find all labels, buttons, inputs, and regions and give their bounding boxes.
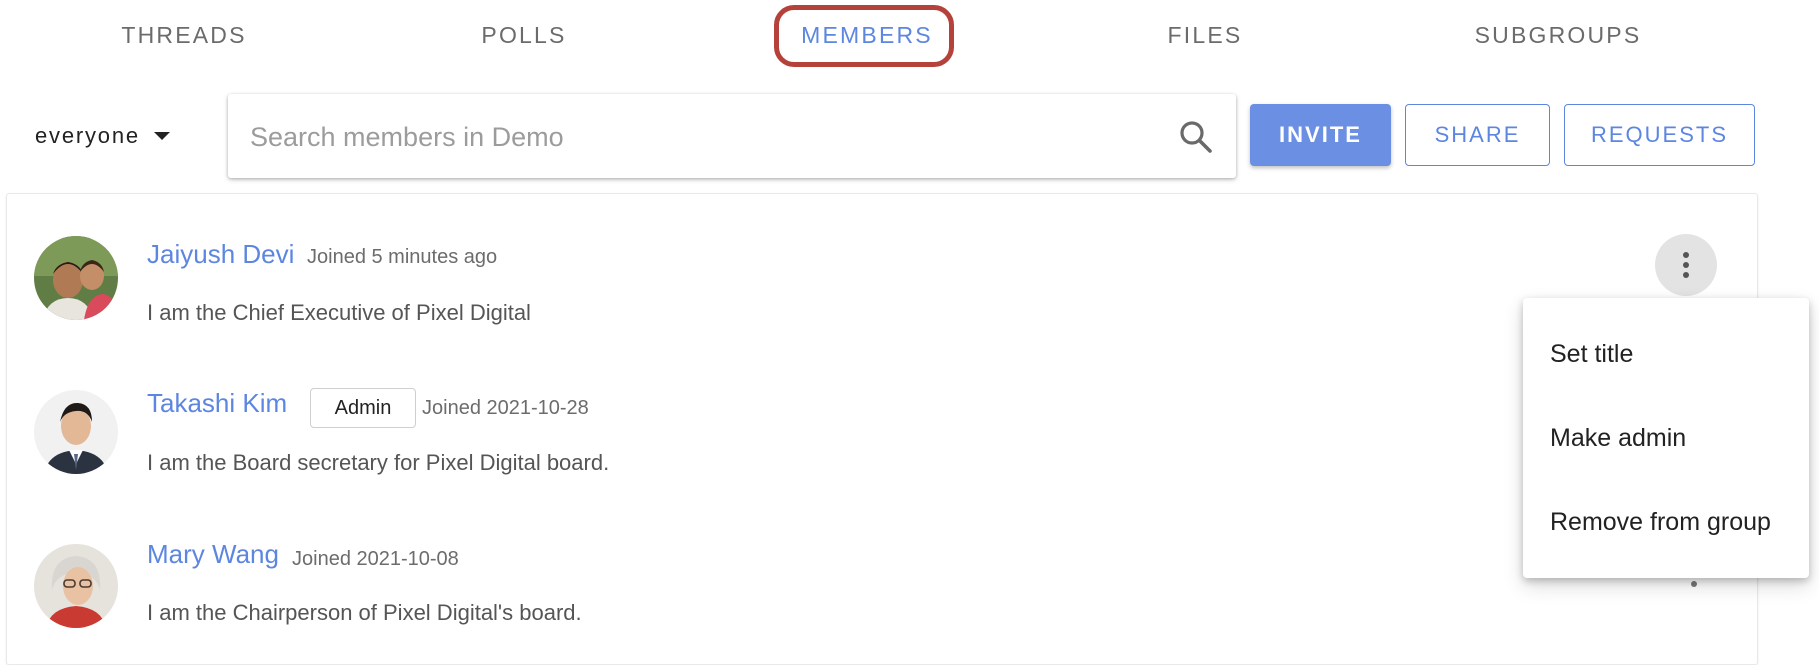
invite-button[interactable]: INVITE [1250, 104, 1391, 166]
member-joined: Joined 5 minutes ago [307, 246, 498, 268]
member-bio: I am the Chairperson of Pixel Digital's … [147, 600, 582, 625]
active-tab-highlight [774, 5, 954, 67]
member-filter-dropdown[interactable]: everyone [35, 123, 170, 149]
menu-item-make-admin[interactable]: Make admin [1550, 424, 1686, 453]
admin-badge: Admin [310, 388, 416, 428]
list-item: Takashi Kim Admin Joined 2021-10-28 I am… [7, 344, 1757, 494]
list-item: Jaiyush Devi Joined 5 minutes ago I am t… [7, 194, 1757, 344]
avatar[interactable] [34, 390, 118, 474]
member-bio: I am the Chief Executive of Pixel Digita… [147, 300, 531, 325]
member-name[interactable]: Jaiyush Devi [147, 239, 294, 270]
more-options-button[interactable] [1655, 234, 1717, 296]
caret-down-icon [153, 132, 170, 140]
search-icon[interactable] [1178, 119, 1214, 155]
tab-files[interactable]: FILES [1168, 22, 1243, 49]
tab-threads[interactable]: THREADS [121, 22, 246, 49]
menu-item-remove-from-group[interactable]: Remove from group [1550, 508, 1771, 537]
member-bio: I am the Board secretary for Pixel Digit… [147, 450, 610, 475]
menu-item-set-title[interactable]: Set title [1550, 340, 1633, 369]
member-list: Jaiyush Devi Joined 5 minutes ago I am t… [6, 193, 1758, 665]
share-button[interactable]: SHARE [1405, 104, 1550, 166]
avatar[interactable] [34, 544, 118, 628]
avatar[interactable] [34, 236, 118, 320]
tab-polls[interactable]: POLLS [481, 22, 566, 49]
kebab-icon[interactable] [1691, 581, 1697, 587]
tab-subgroups[interactable]: SUBGROUPS [1475, 22, 1642, 49]
tab-bar: THREADS POLLS MEMBERS FILES SUBGROUPS [0, 0, 1819, 76]
search-input[interactable] [248, 114, 1152, 160]
list-item: Mary Wang Joined 2021-10-08 I am the Cha… [7, 494, 1757, 644]
member-joined: Joined 2021-10-08 [292, 548, 459, 570]
filter-label: everyone [35, 123, 140, 148]
member-name[interactable]: Mary Wang [147, 539, 279, 570]
member-options-menu: Set title Make admin Remove from group [1523, 298, 1809, 578]
member-name[interactable]: Takashi Kim [147, 388, 287, 419]
search-box [228, 94, 1236, 178]
member-joined: Joined 2021-10-28 [422, 397, 589, 419]
requests-button[interactable]: REQUESTS [1564, 104, 1755, 166]
